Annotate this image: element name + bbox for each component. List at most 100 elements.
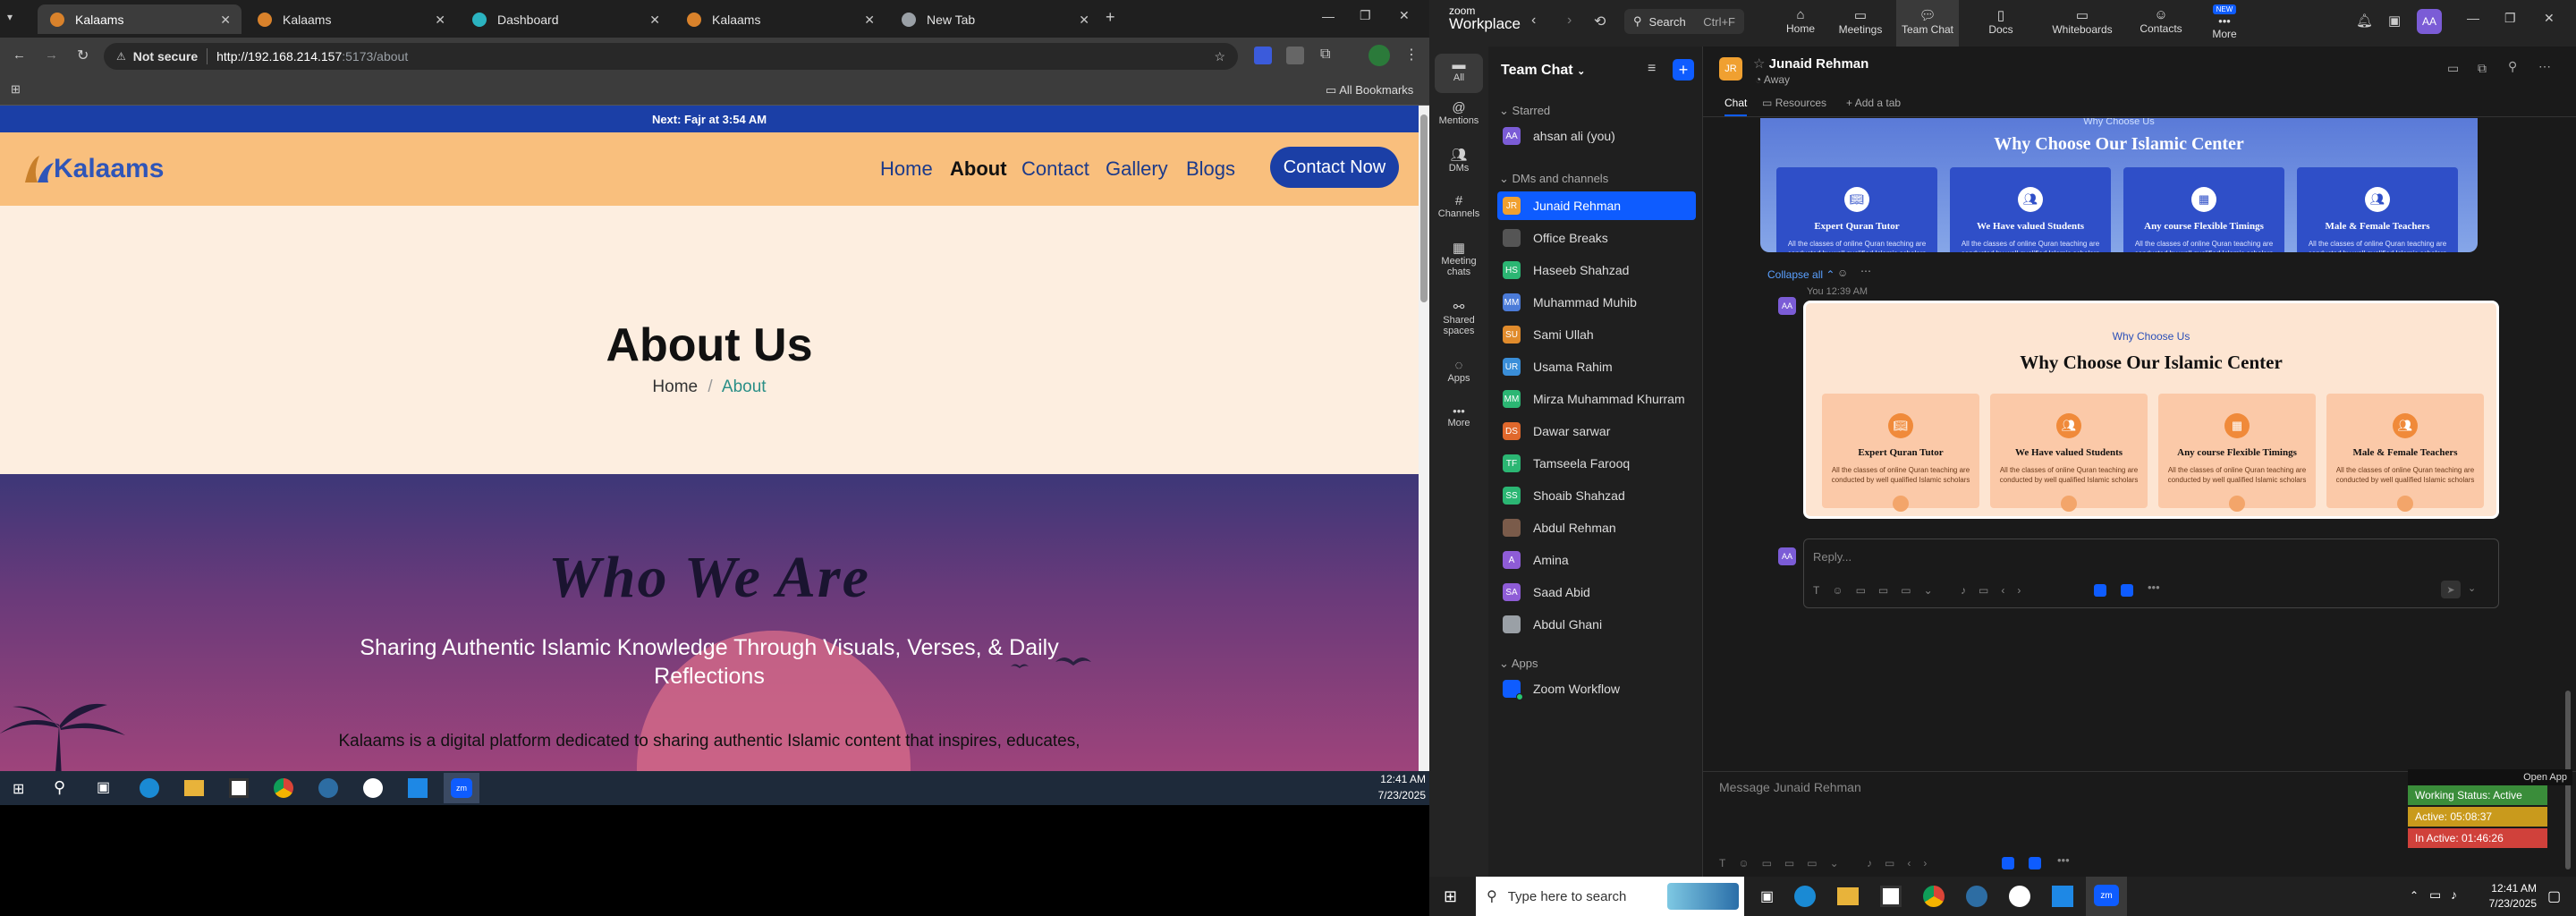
sender-avatar[interactable]: AA: [1778, 297, 1796, 315]
app-shortcut-icon[interactable]: [2121, 584, 2133, 597]
app-shortcut-icon[interactable]: [2029, 857, 2041, 869]
volume-icon[interactable]: ♪: [2451, 887, 2457, 902]
topnav-meetings[interactable]: ▭ Meetings: [1834, 7, 1887, 36]
contact-item[interactable]: A Amina: [1497, 546, 1696, 574]
app-shortcut-icon[interactable]: [2002, 857, 2014, 869]
contact-item[interactable]: MM Muhammad Muhib: [1497, 288, 1696, 317]
clock[interactable]: 12:41 AM 7/23/2025: [2474, 882, 2537, 910]
arrow-button-icon[interactable]: [1893, 496, 1909, 512]
arrow-button-icon[interactable]: [2397, 496, 2413, 512]
clock[interactable]: 12:41 AM 7/23/2025: [1360, 773, 1426, 802]
close-tab-icon[interactable]: ✕: [864, 13, 875, 28]
tab-dashboard[interactable]: Dashboard ✕: [460, 4, 671, 34]
rail-mentions[interactable]: @ Mentions: [1429, 100, 1488, 126]
profile-avatar[interactable]: AA: [2417, 9, 2442, 34]
reply-box[interactable]: Reply... T☺▭▭▭⌄ ♪▭‹› ••• ➤ ⌄: [1803, 539, 2499, 608]
github-icon[interactable]: [363, 778, 383, 798]
message-input[interactable]: Message Junaid Rehman: [1719, 780, 1861, 794]
file-explorer-icon[interactable]: [184, 780, 204, 796]
contact-item[interactable]: TF Tamseela Farooq: [1497, 449, 1696, 478]
send-icon[interactable]: ➤: [2441, 581, 2461, 598]
topnav-more[interactable]: NEW ••• More: [2202, 2, 2247, 40]
tab-add[interactable]: + Add a tab: [1846, 97, 1901, 109]
star-icon[interactable]: ☆: [1753, 56, 1765, 72]
windows-start-icon[interactable]: ⊞: [13, 780, 24, 798]
contact-item[interactable]: DS Dawar sarwar: [1497, 417, 1696, 445]
chat-avatar[interactable]: JR: [1719, 57, 1742, 81]
arrow-button-icon[interactable]: [2229, 496, 2245, 512]
screen-share-icon[interactable]: ⧉: [2478, 61, 2487, 76]
open-app-label[interactable]: Open App: [2408, 769, 2572, 785]
dms-section-header[interactable]: ⌄ DMs and channels: [1499, 172, 1608, 186]
filter-icon[interactable]: ≡: [1648, 61, 1656, 77]
maximize-icon[interactable]: ❐: [1360, 8, 1371, 23]
shared-image-blue[interactable]: Why Choose Us Why Choose Our Islamic Cen…: [1760, 118, 2478, 252]
close-window-icon[interactable]: ✕: [2544, 11, 2555, 26]
notifications-bell-icon[interactable]: 🔔︎: [2356, 13, 2373, 29]
nav-contact[interactable]: Contact: [1021, 157, 1089, 181]
scrollbar-thumb[interactable]: [1420, 114, 1428, 302]
tab-kalaams-3[interactable]: Kalaams ✕: [674, 4, 886, 34]
notification-center-icon[interactable]: ▢: [2547, 887, 2561, 905]
rail-dms[interactable]: 👥︎ DMs: [1429, 147, 1488, 174]
app-shortcut-icon[interactable]: [2094, 584, 2106, 597]
topnav-team-chat[interactable]: 💬︎ Team Chat: [1896, 0, 1959, 47]
breadcrumb-home[interactable]: Home: [652, 377, 698, 396]
video-call-icon[interactable]: ▭: [2447, 61, 2459, 76]
panel-title[interactable]: Team Chat ⌄: [1501, 63, 1585, 79]
apps-grid-icon[interactable]: ⊞: [11, 82, 21, 97]
reply-toolbar[interactable]: T☺▭▭▭⌄ ♪▭‹›: [1813, 584, 2033, 597]
all-bookmarks[interactable]: ▭ All Bookmarks: [1326, 83, 1413, 98]
topnav-docs[interactable]: ▯ Docs: [1979, 7, 2023, 36]
composer-toolbar[interactable]: T☺▭▭▭⌄ ♪▭‹›: [1719, 857, 1939, 869]
chevron-down-icon[interactable]: ⌄: [2468, 582, 2476, 594]
zoom-taskbar-button[interactable]: zm: [2086, 877, 2127, 916]
site-logo[interactable]: Kalaams: [20, 150, 164, 188]
nav-blogs[interactable]: Blogs: [1186, 157, 1235, 181]
chat-header-name[interactable]: ☆ Junaid Rehman: [1753, 55, 1868, 72]
apps-icon[interactable]: ▣: [2388, 13, 2401, 29]
apps-section-header[interactable]: ⌄ Apps: [1499, 657, 1538, 671]
app-icon[interactable]: [1966, 886, 1987, 907]
search-icon[interactable]: ⚲: [54, 778, 65, 797]
new-chat-plus-icon[interactable]: +: [1673, 59, 1694, 81]
close-tab-icon[interactable]: ✕: [435, 13, 445, 28]
contact-item[interactable]: SU Sami Ullah: [1497, 320, 1696, 349]
contact-item[interactable]: Office Breaks: [1497, 224, 1696, 252]
rail-all[interactable]: ▬ All: [1435, 54, 1483, 93]
more-icon[interactable]: •••: [2057, 853, 2070, 867]
tab-chat[interactable]: Chat: [1724, 97, 1748, 116]
back-icon[interactable]: ←: [13, 47, 26, 63]
close-tab-icon[interactable]: ✕: [1079, 13, 1089, 28]
edge-icon[interactable]: [1794, 886, 1816, 907]
network-icon[interactable]: ▭: [2429, 887, 2441, 903]
chrome-icon[interactable]: [274, 778, 293, 798]
starred-item[interactable]: AA ahsan ali (you): [1497, 122, 1696, 150]
topnav-home[interactable]: ⌂ Home: [1778, 7, 1823, 35]
close-tab-icon[interactable]: ✕: [649, 13, 660, 28]
tab-search-icon[interactable]: ▾: [7, 11, 13, 23]
close-tab-icon[interactable]: ✕: [220, 13, 231, 28]
bookmark-star-icon[interactable]: ☆: [1214, 49, 1225, 64]
rail-shared-spaces[interactable]: ⚯ Shared spaces: [1429, 299, 1488, 336]
arrow-button-icon[interactable]: [2061, 496, 2077, 512]
vscode-icon[interactable]: [408, 778, 428, 798]
app-icon[interactable]: [318, 778, 338, 798]
search-box[interactable]: ⚲ Search Ctrl+F: [1624, 9, 1744, 34]
zoom-taskbar-button[interactable]: zm: [444, 773, 479, 803]
more-icon[interactable]: ⋯: [2538, 59, 2551, 74]
contact-item[interactable]: SA Saad Abid: [1497, 578, 1696, 606]
search-icon[interactable]: ⚲: [2508, 59, 2517, 74]
close-window-icon[interactable]: ✕: [1399, 8, 1410, 23]
contact-item[interactable]: JR Junaid Rehman: [1497, 191, 1696, 220]
store-icon[interactable]: [229, 778, 249, 798]
topnav-contacts[interactable]: ☺ Contacts: [2132, 7, 2190, 35]
rail-more[interactable]: ••• More: [1429, 404, 1488, 428]
back-icon[interactable]: ‹: [1531, 13, 1536, 29]
store-icon[interactable]: [1880, 886, 1902, 907]
starred-section-header[interactable]: ⌄ Starred: [1499, 104, 1550, 118]
rail-channels[interactable]: # Channels: [1429, 193, 1488, 219]
nav-home[interactable]: Home: [880, 157, 933, 181]
edge-icon[interactable]: [140, 778, 159, 798]
vscode-icon[interactable]: [2052, 886, 2073, 907]
